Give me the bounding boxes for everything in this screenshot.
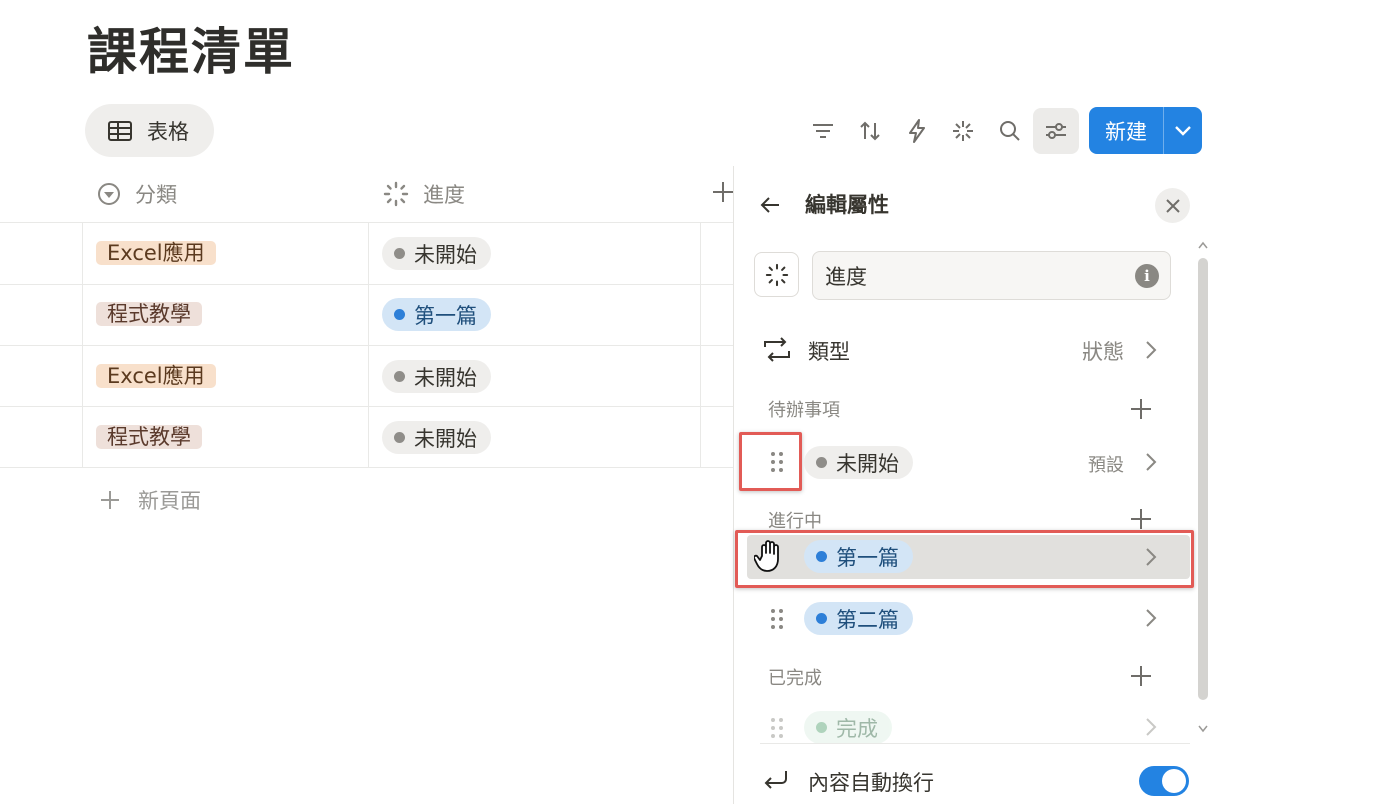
add-option-button[interactable] [1130,665,1152,687]
drag-handle-icon[interactable] [768,450,786,474]
wrap-toggle[interactable] [1139,766,1189,796]
column-header-category[interactable]: 分類 [97,168,177,220]
ai-icon[interactable] [943,110,983,152]
new-button[interactable]: 新建 [1089,107,1202,154]
chevron-right-icon[interactable] [1145,452,1157,472]
column-header-progress[interactable]: 進度 [383,168,465,220]
hand-cursor-icon [754,538,788,574]
category-tag: Excel應用 [96,364,216,388]
status-pill: 未開始 [382,237,491,270]
search-icon[interactable] [990,110,1030,152]
table-row[interactable]: Excel應用 [96,237,216,270]
table-row[interactable]: 程式教學 [96,421,202,454]
group-label-done: 已完成 [768,668,822,689]
chevron-right-icon[interactable] [1145,608,1157,628]
filter-icon[interactable] [803,110,843,152]
new-button-label[interactable]: 新建 [1089,107,1163,154]
type-label: 類型 [808,340,850,364]
status-pill: 未開始 [382,421,491,454]
sort-icon[interactable] [850,110,890,152]
wrap-label: 內容自動換行 [808,771,934,795]
status-icon [383,181,409,207]
status-option[interactable]: 第一篇 [804,540,913,573]
chevron-right-icon[interactable] [1145,547,1157,567]
group-label-todo: 待辦事項 [768,400,840,421]
type-value: 狀態 [1082,340,1124,364]
new-page-button[interactable]: 新頁面 [100,482,201,518]
settings-icon[interactable] [1033,108,1079,154]
table-row[interactable]: Excel應用 [96,360,216,393]
status-pill: 第一篇 [382,298,491,331]
status-pill: 未開始 [382,360,491,393]
add-option-button[interactable] [1130,398,1152,420]
category-tag: 程式教學 [96,302,202,326]
page-title: 課程清單 [87,23,295,81]
wrap-icon [762,768,790,794]
status-option[interactable]: 未開始 [804,446,913,479]
view-tab-label: 表格 [147,119,189,144]
add-column-button[interactable] [712,181,734,203]
info-icon[interactable]: i [1135,264,1159,288]
chevron-right-icon [1145,340,1157,360]
scroll-up-icon[interactable] [1197,240,1209,250]
select-icon [97,182,121,206]
close-icon [1165,198,1181,214]
table-icon [107,120,133,142]
drag-handle-icon[interactable] [768,607,786,631]
add-option-button[interactable] [1130,508,1152,530]
type-icon [761,337,793,363]
plus-icon [100,490,120,510]
table-row[interactable]: 程式教學 [96,298,202,331]
scrollbar[interactable] [1198,258,1208,700]
chevron-right-icon[interactable] [1145,717,1157,737]
default-note: 預設 [1088,455,1124,476]
property-name-input[interactable] [812,251,1171,300]
status-option[interactable]: 第二篇 [804,602,913,635]
view-tab-table[interactable]: 表格 [85,104,214,157]
automation-icon[interactable] [897,110,937,152]
property-icon-button[interactable] [754,252,799,297]
status-icon [765,263,789,287]
chevron-down-icon[interactable] [1164,107,1202,154]
close-button[interactable] [1155,188,1190,223]
status-option[interactable]: 完成 [804,711,892,744]
category-tag: 程式教學 [96,425,202,449]
back-arrow-icon[interactable] [759,194,781,216]
scroll-down-icon[interactable] [1197,724,1209,734]
drag-handle-icon[interactable] [768,716,786,740]
panel-title: 編輯屬性 [805,193,889,217]
category-tag: Excel應用 [96,241,216,265]
